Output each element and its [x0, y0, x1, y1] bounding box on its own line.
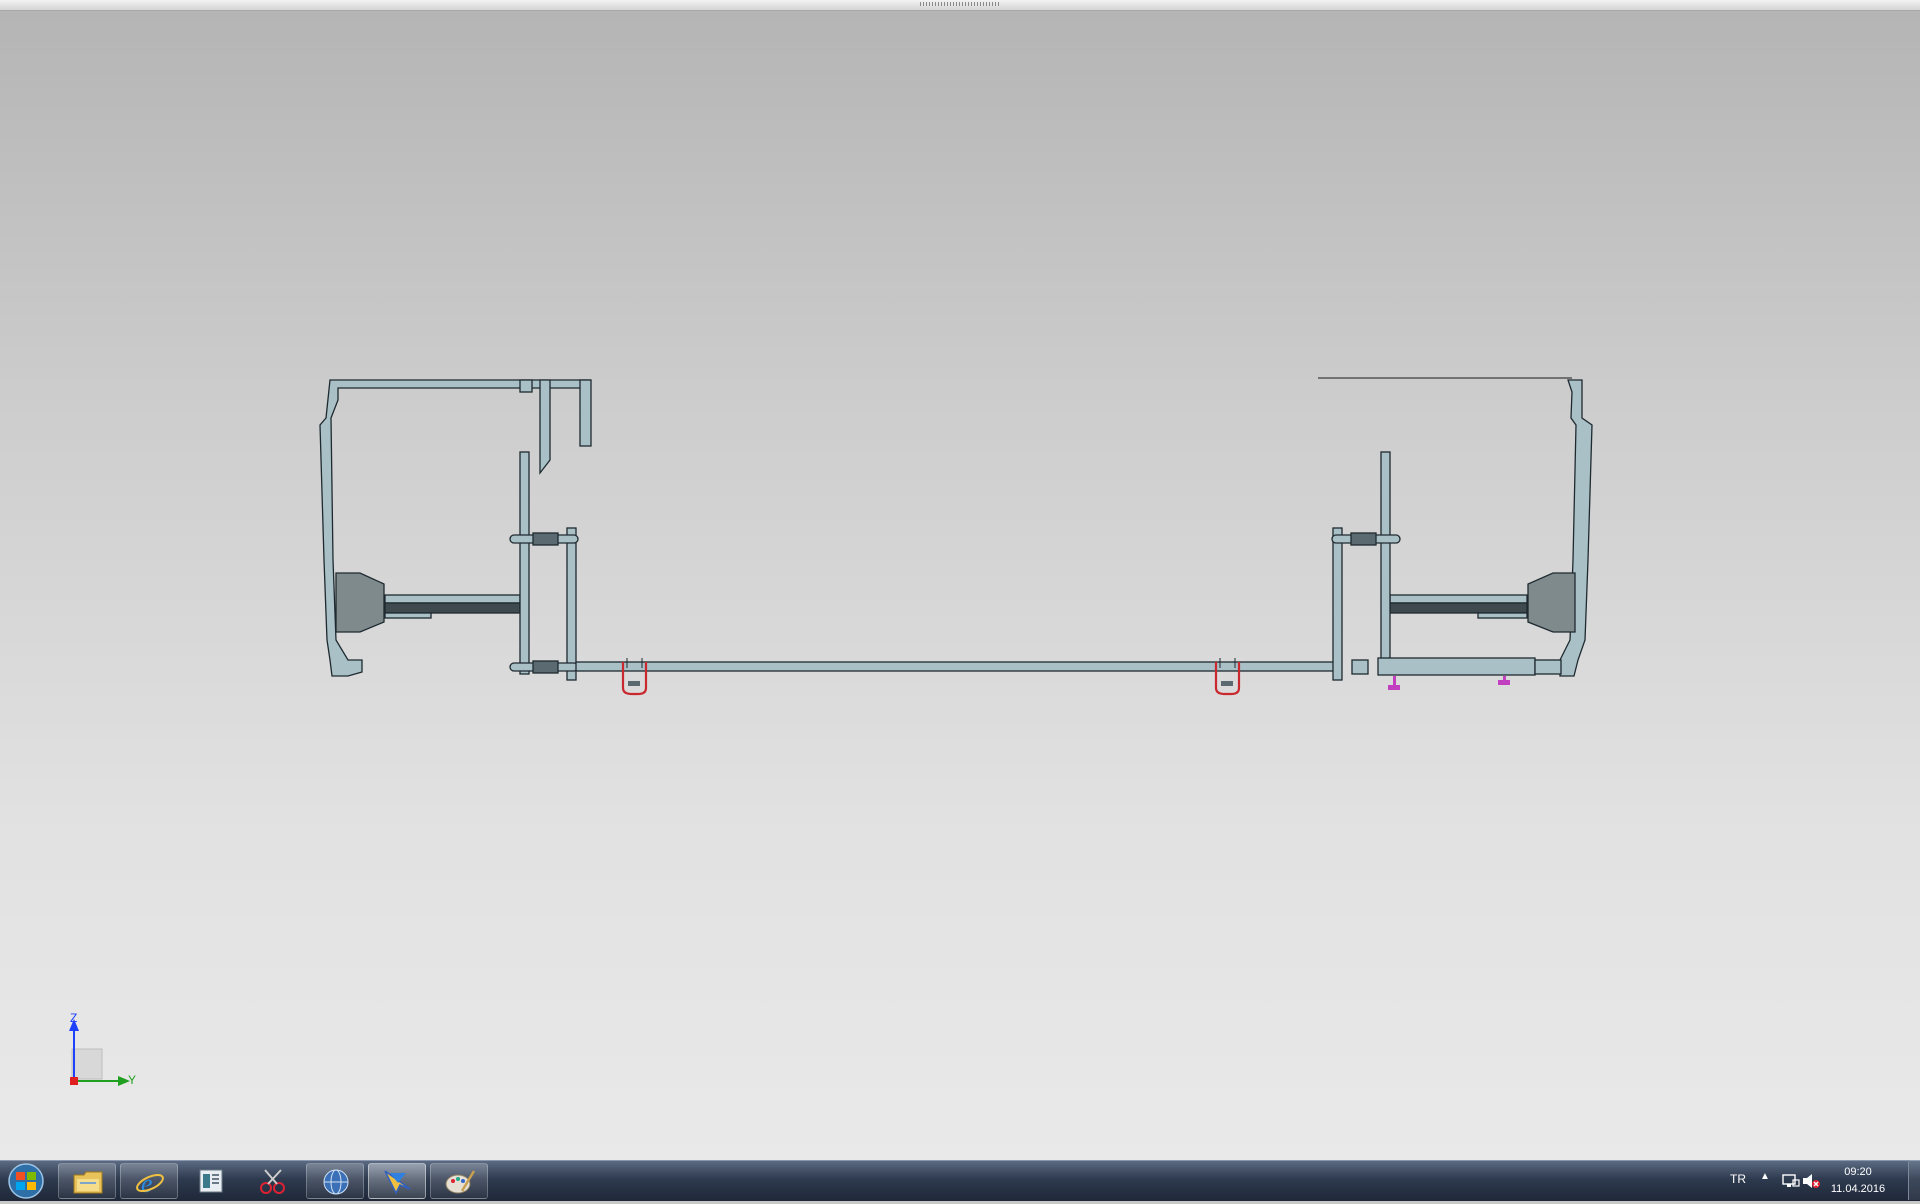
left-upper-spring [532, 532, 559, 546]
left-shaft-lower [384, 602, 521, 614]
paint-icon [445, 1170, 476, 1194]
show-desktop-button[interactable] [1908, 1160, 1920, 1200]
system-tray: TR ▲ 09:20 11.04.2016 [1720, 1161, 1920, 1201]
taskbar-snipping-tool[interactable] [244, 1163, 302, 1199]
left-angled-plate [539, 379, 551, 475]
left-shaft-step [384, 612, 432, 619]
right-vertical-plate-outer [1380, 451, 1391, 675]
windows-logo-icon [8, 1163, 44, 1199]
ie-icon: e [136, 1169, 164, 1197]
axis-label-z: Z [70, 1011, 78, 1025]
left-short-plate [579, 379, 592, 447]
left-motor-housing [335, 572, 385, 633]
taskbar-internet-explorer[interactable]: e [120, 1163, 178, 1199]
right-lower-support [1377, 657, 1536, 676]
start-button[interactable] [4, 1163, 48, 1199]
right-shaft-step [1477, 612, 1528, 619]
left-lower-spring [532, 660, 559, 674]
network-icon[interactable] [1782, 1173, 1800, 1189]
right-lower-nut [1351, 659, 1369, 675]
show-hidden-icons-icon[interactable]: ▲ [1760, 1171, 1770, 1182]
svg-text:e: e [141, 1169, 153, 1197]
clock-time[interactable]: 09:20 [1818, 1166, 1898, 1178]
taskbar: e TR ▲ 09:20 11.04.2016 [0, 1160, 1920, 1201]
left-top-tab [519, 379, 533, 393]
right-vertical-plate-inner [1332, 527, 1343, 681]
coordinate-axis-triad: Z Y [60, 1011, 150, 1095]
taskbar-paint[interactable] [430, 1163, 488, 1199]
taskbar-document-viewer[interactable] [182, 1163, 240, 1199]
right-upper-spring [1350, 532, 1377, 546]
document-icon [199, 1169, 223, 1193]
cad-app-icon [384, 1170, 411, 1195]
taskbar-windows-explorer[interactable] [58, 1163, 116, 1199]
language-indicator[interactable]: TR [1730, 1172, 1746, 1186]
taskbar-cad-application[interactable] [368, 1163, 426, 1199]
right-motor-housing [1527, 572, 1576, 633]
cad-viewport[interactable]: Z Y [0, 0, 1920, 1160]
right-shaft-lower [1389, 602, 1528, 614]
clock-date[interactable]: 11.04.2016 [1818, 1183, 1898, 1195]
scissors-icon [260, 1169, 285, 1194]
right-shaft-upper [1389, 594, 1528, 604]
cad-model-section-view[interactable] [0, 0, 1920, 1160]
globe-icon [323, 1169, 349, 1195]
folder-icon [73, 1171, 103, 1194]
right-end-block [1534, 659, 1562, 675]
left-vertical-plate-inner [566, 527, 577, 681]
taskbar-browser-globe[interactable] [306, 1163, 364, 1199]
left-vertical-plate-outer [519, 451, 530, 675]
axis-label-y: Y [128, 1073, 137, 1087]
left-shaft-upper [384, 594, 521, 604]
